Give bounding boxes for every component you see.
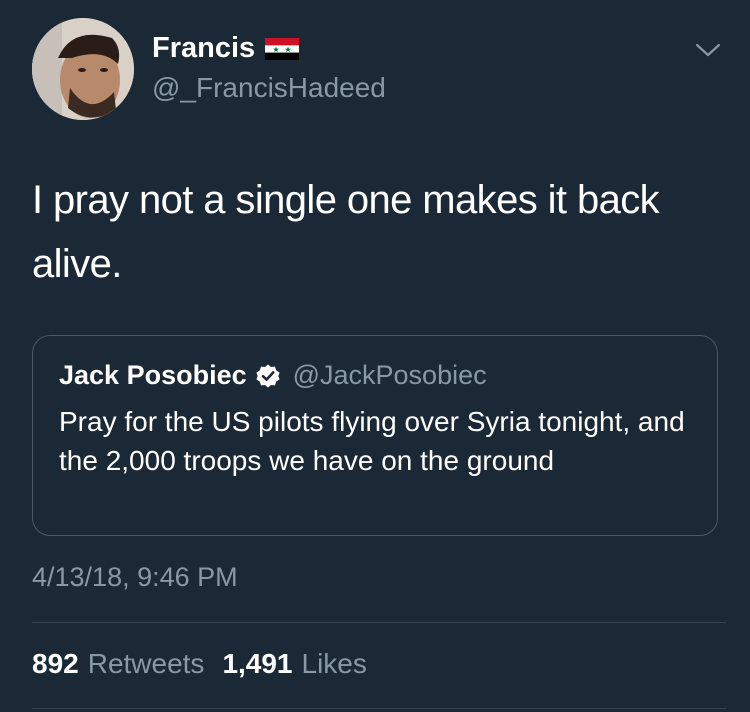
retweets-label[interactable]: Retweets xyxy=(88,648,205,680)
author-name-row: Francis xyxy=(152,32,300,65)
author-name[interactable]: Francis xyxy=(152,32,255,65)
likes-count[interactable]: 1,491 xyxy=(222,648,292,680)
quoted-tweet-card[interactable]: Jack Posobiec @JackPosobiec Pray for the… xyxy=(32,335,718,536)
avatar-photo xyxy=(32,18,134,120)
tweet-text: I pray not a single one makes it back al… xyxy=(32,178,660,286)
likes-label[interactable]: Likes xyxy=(302,648,367,680)
tweet-timestamp[interactable]: 4/13/18, 9:46 PM xyxy=(32,562,238,593)
quoted-tweet-header: Jack Posobiec @JackPosobiec xyxy=(59,360,487,391)
retweets-count[interactable]: 892 xyxy=(32,648,79,680)
quoted-author-name: Jack Posobiec xyxy=(59,360,247,390)
divider xyxy=(32,622,726,623)
avatar[interactable] xyxy=(32,18,134,120)
bottom-divider xyxy=(32,708,726,709)
tweet-stats: 892 Retweets 1,491 Likes xyxy=(32,648,367,680)
tweet: Francis @_FrancisHadeed I pray not a sin… xyxy=(0,0,750,712)
syria-flag-icon xyxy=(265,37,300,60)
quoted-tweet-text: Pray for the US pilots flying over Syria… xyxy=(59,406,685,476)
verified-badge-icon xyxy=(255,363,281,389)
quoted-author-handle: @JackPosobiec xyxy=(292,360,487,390)
chevron-down-icon[interactable] xyxy=(694,40,722,60)
author-handle[interactable]: @_FrancisHadeed xyxy=(152,72,386,104)
